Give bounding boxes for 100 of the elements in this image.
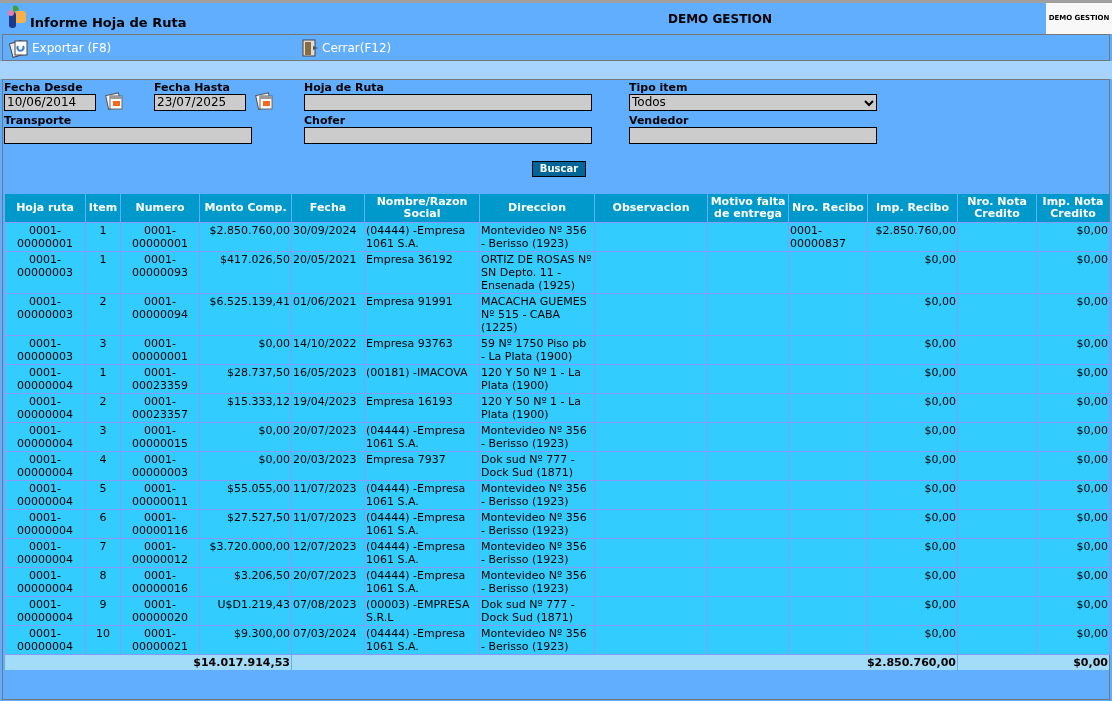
- table-cell: $0,00: [868, 336, 957, 364]
- table-cell: 0001-00000020: [121, 597, 199, 625]
- table-cell: 0001-00000003: [5, 336, 85, 364]
- field-label: Fecha Hasta: [154, 82, 231, 94]
- table-cell: $0,00: [1037, 539, 1109, 567]
- table-cell: $0,00: [868, 510, 957, 538]
- field-label: Vendedor: [629, 115, 690, 127]
- table-cell: $15.333,12: [200, 394, 291, 422]
- field-label: Hoja de Ruta: [304, 82, 385, 94]
- table-cell: $0,00: [868, 394, 957, 422]
- table-cell: 0001-00023359: [121, 365, 199, 393]
- table-cell: 6: [86, 510, 120, 538]
- table-cell: $0,00: [200, 336, 291, 364]
- table-cell: 0001-00000004: [5, 626, 85, 654]
- table-cell: $2.850.760,00: [868, 223, 957, 251]
- table-cell: 0001-00000004: [5, 481, 85, 509]
- table-cell: 0001-00000016: [121, 568, 199, 596]
- table-cell: 0001-00000001: [5, 223, 85, 251]
- column-header: Direccion: [480, 194, 594, 222]
- table-cell: 0001-00000004: [5, 365, 85, 393]
- column-header: Observacion: [595, 194, 707, 222]
- input-field[interactable]: 23/07/2025: [154, 94, 246, 111]
- input-field[interactable]: [4, 127, 252, 144]
- column-header: Nro. Nota Credito: [958, 194, 1036, 222]
- table-cell: $0,00: [868, 252, 957, 293]
- table-cell: $0,00: [1037, 452, 1109, 480]
- table-cell: 0001-00023357: [121, 394, 199, 422]
- field-label: Fecha Desde: [4, 82, 84, 94]
- table-cell: 0001-00000021: [121, 626, 199, 654]
- table-cell: 07/03/2024: [292, 626, 364, 654]
- table-cell: 1: [86, 365, 120, 393]
- column-header: Imp. Nota Credito: [1037, 194, 1109, 222]
- table-cell: 8: [86, 568, 120, 596]
- select-field[interactable]: Todos: [629, 94, 877, 111]
- field-label: Transporte: [4, 115, 73, 127]
- table-cell: 0001-00000837: [789, 223, 867, 251]
- table-cell: $0,00: [1037, 252, 1109, 293]
- table-cell: $0,00: [868, 481, 957, 509]
- calendar-icon[interactable]: [254, 91, 274, 111]
- table-cell: 0001-00000004: [5, 568, 85, 596]
- table-cell: Dok sud Nº 777 - Dock Sud (1871): [480, 452, 594, 480]
- table-cell: 11/07/2023: [292, 510, 364, 538]
- table-cell: 0001-00000004: [5, 452, 85, 480]
- column-header: Nro. Recibo: [789, 194, 867, 222]
- column-header: Item: [86, 194, 120, 222]
- door-icon: [299, 37, 319, 58]
- table-cell: $27.527,50: [200, 510, 291, 538]
- table-cell: 14/10/2022: [292, 336, 364, 364]
- table-cell: 2: [86, 394, 120, 422]
- table-cell: $0,00: [200, 423, 291, 451]
- table-cell: 9: [86, 597, 120, 625]
- table-cell: 5: [86, 481, 120, 509]
- table-cell: Empresa 7937: [365, 452, 479, 480]
- table-cell: (04444) -Empresa 1061 S.A.: [365, 626, 479, 654]
- input-field[interactable]: [304, 127, 592, 144]
- table-cell: 0001-00000004: [5, 597, 85, 625]
- field-label: Chofer: [304, 115, 347, 127]
- table-cell: (04444) -Empresa 1061 S.A.: [365, 568, 479, 596]
- table-cell: 3: [86, 336, 120, 364]
- table-cell: 120 Y 50 Nº 1 - La Plata (1900): [480, 365, 594, 393]
- table-cell: $2.850.760,00: [200, 223, 291, 251]
- table-cell: Dok sud Nº 777 - Dock Sud (1871): [480, 597, 594, 625]
- table-cell: $0,00: [1037, 365, 1109, 393]
- table-cell: Empresa 36192: [365, 252, 479, 293]
- table-cell: (00003) -EMPRESA S.R.L: [365, 597, 479, 625]
- table-cell: $0,00: [1037, 597, 1109, 625]
- document-stack-icon: [9, 37, 29, 58]
- table-cell: 19/04/2023: [292, 394, 364, 422]
- search-button[interactable]: Buscar: [531, 161, 587, 177]
- table-cell: 01/06/2021: [292, 294, 364, 335]
- table-cell: 0001-00000015: [121, 423, 199, 451]
- column-header: Imp. Recibo: [868, 194, 957, 222]
- table-cell: $0,00: [868, 423, 957, 451]
- table-cell: 0001-00000004: [5, 510, 85, 538]
- field-label: Tipo item: [629, 82, 689, 94]
- table-cell: 0001-00000001: [121, 223, 199, 251]
- table-cell: 0001-00000004: [5, 423, 85, 451]
- input-field[interactable]: 10/06/2014: [4, 94, 96, 111]
- table-cell: Empresa 91991: [365, 294, 479, 335]
- table-cell: 0001-00000004: [5, 539, 85, 567]
- table-cell: 20/05/2021: [292, 252, 364, 293]
- table-cell: ORTIZ DE ROSAS Nº SN Depto. 11 - Ensenada (1925): [480, 252, 594, 293]
- table-cell: $0,00: [868, 365, 957, 393]
- chevron-down-icon: [864, 98, 874, 107]
- company-title: DEMO GESTION: [668, 10, 773, 28]
- input-field[interactable]: [629, 127, 877, 144]
- calendar-icon[interactable]: [104, 91, 124, 111]
- table-cell: Montevideo Nº 356 - Berisso (1923): [480, 223, 594, 251]
- table-cell: 20/07/2023: [292, 423, 364, 451]
- table-cell: 7: [86, 539, 120, 567]
- table-cell: 20/07/2023: [292, 568, 364, 596]
- table-cell: $0,00: [1037, 336, 1109, 364]
- table-cell: Empresa 93763: [365, 336, 479, 364]
- input-field[interactable]: [304, 94, 592, 111]
- table-cell: (04444) -Empresa 1061 S.A.: [365, 223, 479, 251]
- table-cell: U$D1.219,43: [200, 597, 291, 625]
- table-cell: (04444) -Empresa 1061 S.A.: [365, 423, 479, 451]
- table-cell: 0001-00000116: [121, 510, 199, 538]
- table-cell: $0,00: [868, 452, 957, 480]
- table-cell: $0,00: [1037, 423, 1109, 451]
